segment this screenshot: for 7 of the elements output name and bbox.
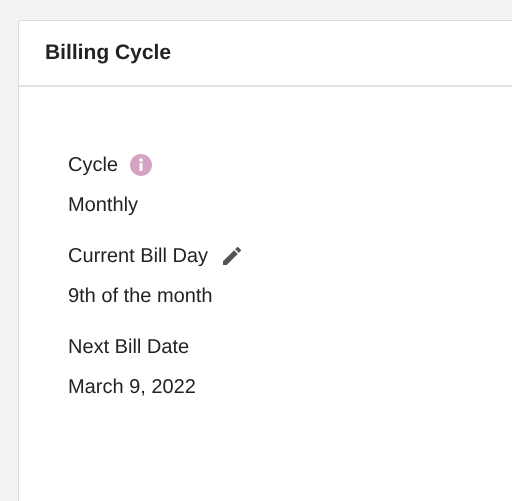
field-value: Monthly	[68, 194, 138, 217]
field-value: March 9, 2022	[68, 376, 196, 399]
field-value: 9th of the month	[68, 285, 213, 308]
field-label: Current Bill Day	[68, 244, 208, 268]
field-label: Cycle	[68, 154, 118, 176]
field-label: Next Bill Date	[68, 336, 190, 358]
card-title: Billing Cycle	[45, 41, 172, 65]
